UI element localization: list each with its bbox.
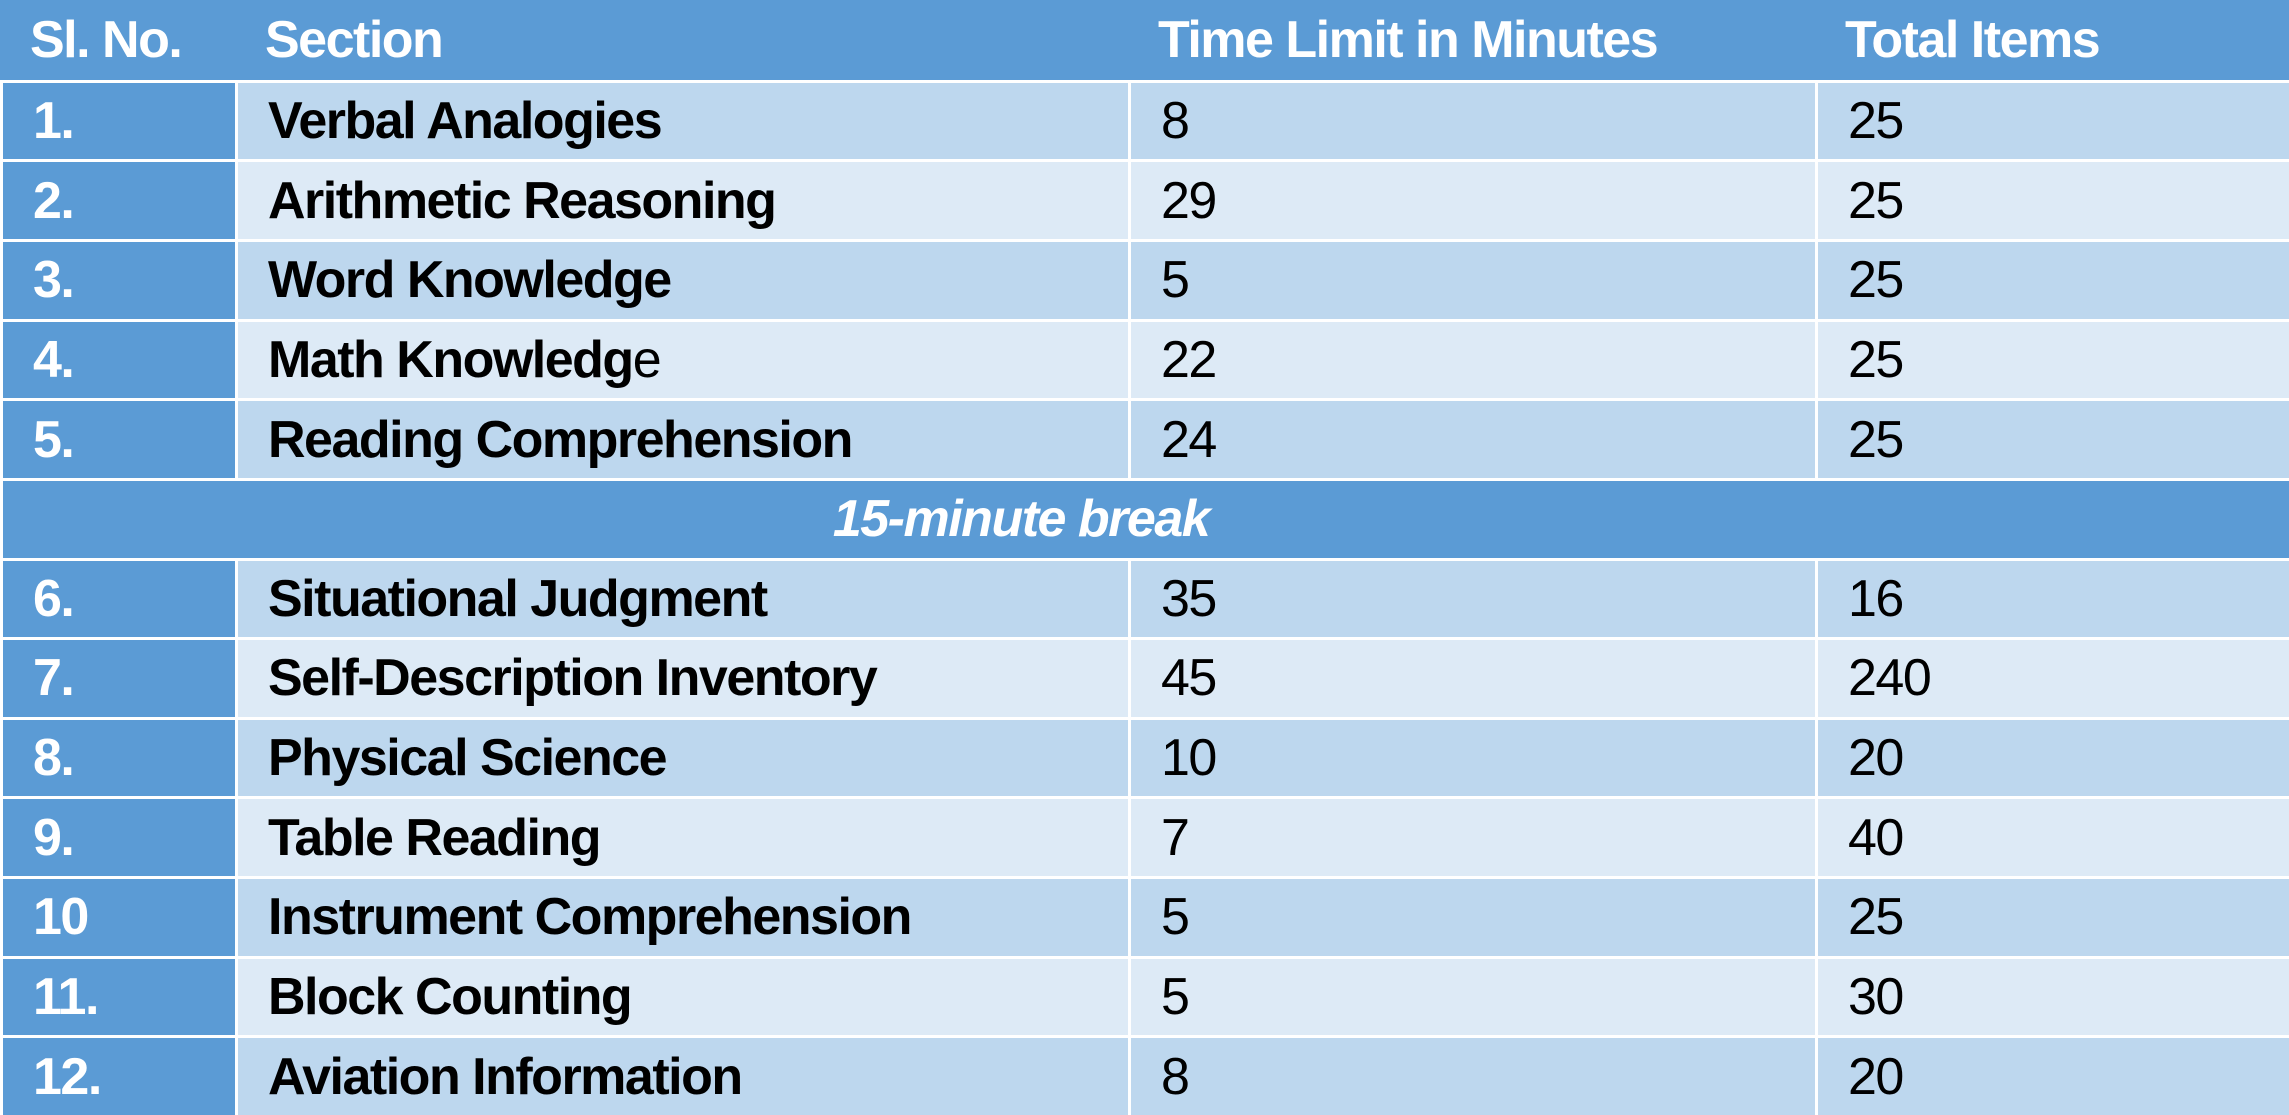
row-time-limit: 5 bbox=[1131, 241, 1815, 319]
row-sl-no: 9. bbox=[3, 799, 235, 877]
row-time-limit: 45 bbox=[1131, 640, 1815, 717]
row-total-items: 25 bbox=[1818, 879, 2289, 956]
row-time-limit: 8 bbox=[1131, 1038, 1815, 1115]
row-sl-no: 12. bbox=[3, 1038, 235, 1115]
row-section: Reading Comprehension bbox=[238, 401, 1128, 478]
row-section: Self-Description Inventory bbox=[238, 640, 1128, 717]
row-section: Physical Science bbox=[238, 719, 1128, 797]
row-time-limit: 7 bbox=[1131, 799, 1815, 877]
row-time-limit: 10 bbox=[1131, 719, 1815, 797]
row-time-limit: 8 bbox=[1131, 82, 1815, 160]
row-section-text: Math Knowledg bbox=[268, 330, 634, 389]
row-sl-no: 7. bbox=[3, 640, 235, 717]
header-section: Section bbox=[265, 10, 444, 69]
row-total-items: 25 bbox=[1818, 321, 2289, 399]
row-section: Verbal Analogies bbox=[238, 82, 1128, 160]
break-row: 15-minute break bbox=[3, 480, 2289, 558]
row-total-items: 30 bbox=[1818, 958, 2289, 1036]
row-section: Arithmetic Reasoning bbox=[238, 162, 1128, 239]
table-header-row: Sl. No. Section Time Limit in Minutes To… bbox=[0, 0, 2289, 80]
row-total-items: 25 bbox=[1818, 162, 2289, 239]
row-sl-no: 6. bbox=[3, 560, 235, 638]
row-total-items: 25 bbox=[1818, 241, 2289, 319]
row-time-limit: 22 bbox=[1131, 321, 1815, 399]
header-total-items: Total Items bbox=[1845, 10, 2101, 69]
row-total-items: 25 bbox=[1818, 82, 2289, 160]
row-total-items: 25 bbox=[1818, 401, 2289, 478]
row-time-limit: 29 bbox=[1131, 162, 1815, 239]
row-total-items: 20 bbox=[1818, 1038, 2289, 1115]
row-section: Table Reading bbox=[238, 799, 1128, 877]
header-sl-no: Sl. No. bbox=[30, 10, 183, 69]
row-section: Word Knowledge bbox=[238, 241, 1128, 319]
row-time-limit: 5 bbox=[1131, 879, 1815, 956]
row-sl-no: 2. bbox=[3, 162, 235, 239]
row-sl-no: 3. bbox=[3, 241, 235, 319]
header-time-limit: Time Limit in Minutes bbox=[1158, 10, 1659, 69]
row-section: Situational Judgment bbox=[238, 560, 1128, 638]
row-sl-no: 8. bbox=[3, 719, 235, 797]
row-sl-no: 10 bbox=[3, 879, 235, 956]
row-section: Block Counting bbox=[238, 958, 1128, 1036]
row-total-items: 20 bbox=[1818, 719, 2289, 797]
row-sl-no: 4. bbox=[3, 321, 235, 399]
row-sl-no: 1. bbox=[3, 82, 235, 160]
row-time-limit: 35 bbox=[1131, 560, 1815, 638]
row-sl-no: 5. bbox=[3, 401, 235, 478]
row-total-items: 16 bbox=[1818, 560, 2289, 638]
row-total-items: 240 bbox=[1818, 640, 2289, 717]
row-time-limit: 24 bbox=[1131, 401, 1815, 478]
row-section: Instrument Comprehension bbox=[238, 879, 1128, 956]
row-sl-no: 11. bbox=[3, 958, 235, 1036]
row-total-items: 40 bbox=[1818, 799, 2289, 877]
row-section-text-tail: e bbox=[632, 330, 662, 389]
row-section: Aviation Information bbox=[238, 1038, 1128, 1115]
row-time-limit: 5 bbox=[1131, 958, 1815, 1036]
test-sections-table: Sl. No. Section Time Limit in Minutes To… bbox=[0, 0, 2289, 1115]
row-section: Math Knowledg e bbox=[238, 321, 1128, 399]
